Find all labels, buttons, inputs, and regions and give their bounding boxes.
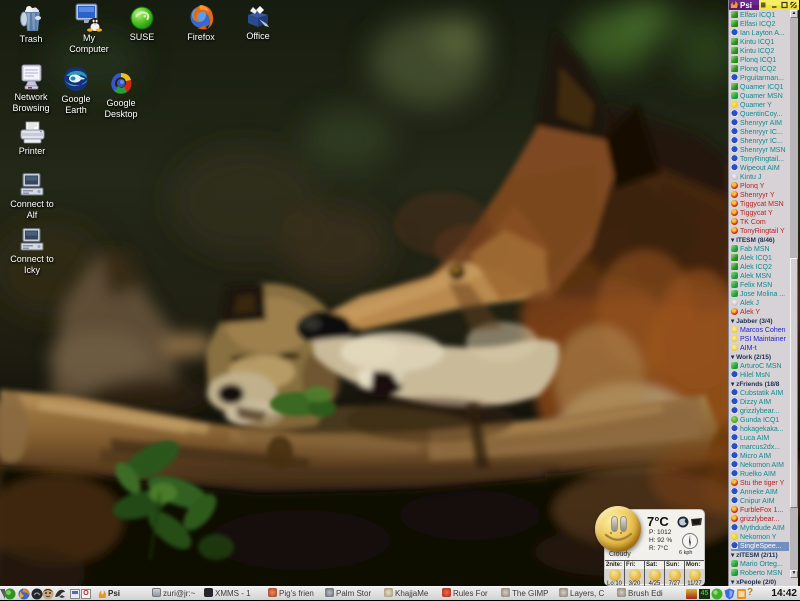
svg-text:Psi: Psi — [740, 1, 752, 10]
